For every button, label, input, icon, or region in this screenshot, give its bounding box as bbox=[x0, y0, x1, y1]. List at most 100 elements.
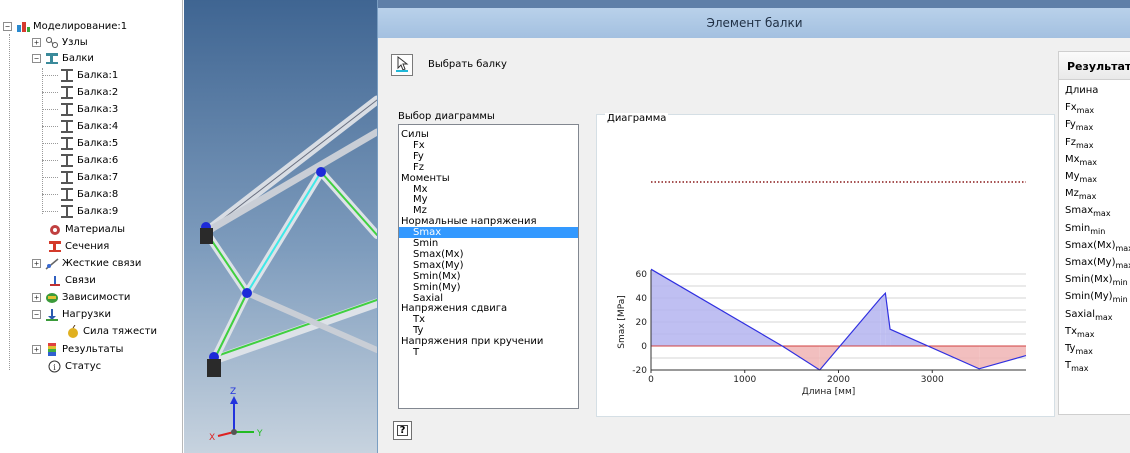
help-button[interactable]: ? bbox=[393, 421, 412, 440]
tree-item-gravity[interactable]: Сила тяжести bbox=[66, 323, 157, 339]
tree-item-results[interactable]: + Результаты bbox=[32, 341, 123, 357]
diagram-option[interactable]: Smax bbox=[399, 227, 578, 239]
tree-label: Балка:8 bbox=[77, 188, 119, 200]
tree-item-beams[interactable]: − Балки bbox=[32, 50, 94, 66]
result-label-subscript: min bbox=[1112, 295, 1128, 305]
tree-label: Балка:6 bbox=[77, 154, 119, 166]
diagram-option[interactable]: Ty bbox=[399, 325, 578, 336]
collapse-toggle[interactable]: − bbox=[3, 21, 12, 31]
result-label: Fxmax bbox=[1065, 102, 1094, 115]
diagram-category[interactable]: Нормальные напряжения bbox=[399, 216, 578, 227]
diagram-option[interactable]: Smax(My) bbox=[399, 260, 578, 271]
svg-text:i: i bbox=[53, 363, 56, 372]
tree-item-beam[interactable]: Балка:2 bbox=[42, 84, 119, 100]
positive-area bbox=[880, 293, 886, 346]
diagram-option[interactable]: Mz bbox=[399, 205, 578, 216]
i-beam-icon bbox=[60, 187, 74, 201]
diagram-option[interactable]: Smin(My) bbox=[399, 282, 578, 293]
x-tick-label: 3000 bbox=[921, 375, 944, 385]
tree-item-beam[interactable]: Балка:1 bbox=[42, 67, 119, 83]
tree-item-beam[interactable]: Балка:8 bbox=[42, 186, 119, 202]
diagram-option[interactable]: Fy bbox=[399, 151, 578, 162]
diagram-option[interactable]: Fx bbox=[399, 140, 578, 151]
rigid-links-icon bbox=[45, 257, 59, 270]
tree-item-root[interactable]: − Моделирование:1 bbox=[3, 18, 127, 34]
tree-label: Узлы bbox=[62, 36, 88, 48]
tree-label: Балка:1 bbox=[77, 69, 119, 81]
tree-label: Сечения bbox=[65, 240, 110, 252]
diagram-option[interactable]: Smax(Mx) bbox=[399, 249, 578, 260]
result-label-text: Fz bbox=[1065, 136, 1077, 148]
i-beam-icon bbox=[60, 153, 74, 167]
tree-item-rigid-links[interactable]: + Жесткие связи bbox=[32, 255, 141, 271]
diagram-option[interactable]: Tx bbox=[399, 314, 578, 325]
tree-label: Сила тяжести bbox=[83, 325, 158, 337]
diagram-option[interactable]: My bbox=[399, 194, 578, 205]
expand-toggle[interactable]: + bbox=[32, 344, 41, 354]
result-label-text: Saxial bbox=[1065, 308, 1096, 320]
result-label: Tmax bbox=[1065, 360, 1089, 373]
diagram-option[interactable]: T bbox=[399, 347, 578, 358]
3d-viewport[interactable]: Z X Y bbox=[184, 0, 377, 453]
tree-item-loads[interactable]: − Нагрузки bbox=[32, 306, 111, 322]
expand-toggle[interactable]: + bbox=[32, 37, 41, 47]
diagram-select-listbox[interactable]: Силы Fx Fy Fz Моменты Mx My Mz Нормальные напряж… bbox=[398, 124, 579, 409]
y-tick-label: 60 bbox=[636, 270, 648, 280]
tree-label: Балка:4 bbox=[77, 120, 119, 132]
result-label-subscript: min bbox=[1090, 226, 1106, 236]
diagram-option[interactable]: Smin(Mx) bbox=[399, 271, 578, 282]
tree-label: Нагрузки bbox=[62, 308, 112, 320]
tree-item-beam[interactable]: Балка:5 bbox=[42, 135, 118, 151]
expand-toggle[interactable]: + bbox=[32, 258, 41, 268]
tree-label: Материалы bbox=[65, 223, 125, 235]
i-beam-icon bbox=[60, 85, 74, 99]
diagram-category[interactable]: Напряжения сдвига bbox=[399, 303, 578, 314]
diagram-option[interactable]: Fz bbox=[399, 162, 578, 173]
tree-item-dependencies[interactable]: + Зависимости bbox=[32, 289, 130, 305]
i-beam-icon bbox=[60, 170, 74, 184]
diagram-option[interactable]: Mx bbox=[399, 184, 578, 195]
result-label-subscript: max bbox=[1095, 312, 1113, 322]
select-beam-button[interactable] bbox=[391, 54, 413, 76]
tree-item-beam[interactable]: Балка:6 bbox=[42, 152, 119, 168]
tree-item-materials[interactable]: Материалы bbox=[48, 221, 125, 237]
tree-item-beam[interactable]: Балка:4 bbox=[42, 118, 119, 134]
result-label: Smaxmax bbox=[1065, 205, 1111, 218]
dialog-top-strip bbox=[378, 0, 1130, 8]
smax-chart: 6040200-200 1000 2000 3000Длина [мм]Smax [M… bbox=[617, 268, 1027, 397]
result-label-text: Smax(Mx) bbox=[1065, 239, 1116, 251]
result-label-subscript: max bbox=[1093, 209, 1111, 219]
result-label: Tymax bbox=[1065, 343, 1093, 356]
diagram-option[interactable]: Saxial bbox=[399, 293, 578, 304]
tree-label: Балка:2 bbox=[77, 86, 119, 98]
diagram-category[interactable]: Моменты bbox=[399, 173, 578, 184]
tree-item-sections[interactable]: Сечения bbox=[48, 238, 109, 254]
diagram-category[interactable]: Силы bbox=[399, 129, 578, 140]
expand-toggle[interactable]: + bbox=[32, 292, 41, 302]
result-label-text: Mz bbox=[1065, 188, 1079, 200]
diagram-option[interactable]: Smin bbox=[399, 238, 578, 249]
tree-item-constraints[interactable]: Связи bbox=[48, 272, 96, 288]
results-icon bbox=[45, 342, 59, 356]
diagram-category[interactable]: Напряжения при кручении bbox=[399, 336, 578, 347]
result-label: Smax(Mx)max bbox=[1065, 240, 1130, 253]
i-beam-icon bbox=[60, 102, 74, 116]
result-label-text: Smax(My) bbox=[1065, 257, 1116, 268]
tree-item-beam[interactable]: Балка:3 bbox=[42, 101, 118, 117]
result-label-text: Fx bbox=[1065, 102, 1077, 114]
result-label-subscript: min bbox=[1112, 278, 1128, 288]
tree-item-nodes[interactable]: + Узлы bbox=[32, 34, 88, 50]
collapse-toggle[interactable]: − bbox=[32, 309, 41, 319]
dialog-titlebar[interactable]: Элемент балки bbox=[378, 8, 1130, 38]
tree-item-status[interactable]: i Статус bbox=[48, 358, 101, 374]
tree-item-beam[interactable]: Балка:9 bbox=[42, 203, 119, 219]
model-browser-tree: − Моделирование:1 + Узлы − Балки Балка:1… bbox=[0, 0, 183, 453]
tree-item-beam[interactable]: Балка:7 bbox=[42, 169, 118, 185]
tree-label: Жесткие связи bbox=[62, 257, 142, 269]
tree-label: Балка:9 bbox=[77, 205, 119, 217]
result-label-text: Smin bbox=[1065, 222, 1091, 234]
x-tick-label: 1000 bbox=[733, 375, 756, 385]
result-label: Mymax bbox=[1065, 171, 1097, 184]
collapse-toggle[interactable]: − bbox=[32, 53, 41, 63]
results-header: Результаты bbox=[1059, 52, 1130, 80]
